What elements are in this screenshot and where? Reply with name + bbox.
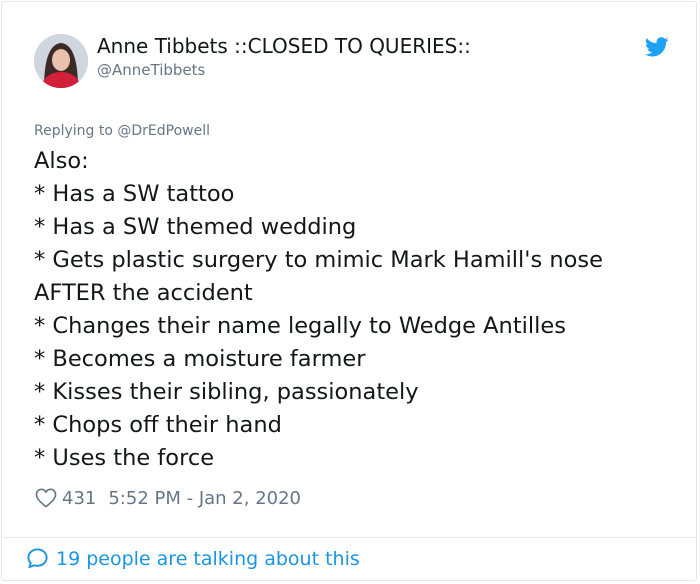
tweet-line: * Has a SW tattoo (34, 181, 235, 207)
tweet-card: Anne Tibbets ::CLOSED TO QUERIES:: @Anne… (1, 1, 697, 581)
tweet-meta: 431 5:52 PM - Jan 2, 2020 (35, 485, 301, 511)
tweet-line: * Becomes a moisture farmer (34, 346, 366, 372)
tweet-line: Also: (34, 148, 89, 174)
avatar[interactable] (34, 34, 88, 88)
tweet-line: * Chops off their hand (34, 412, 282, 438)
speech-bubble-icon (27, 548, 48, 569)
tweet-line: * Changes their name legally to Wedge An… (34, 313, 566, 339)
author-display-name[interactable]: Anne Tibbets ::CLOSED TO QUERIES:: (97, 34, 471, 58)
talking-about-text: 19 people are talking about this (56, 547, 360, 570)
author-handle[interactable]: @AnneTibbets (97, 61, 205, 79)
tweet-text: Also: * Has a SW tattoo * Has a SW theme… (34, 145, 674, 475)
avatar-image (34, 34, 88, 88)
tweet-line: * Uses the force (34, 445, 215, 471)
talking-about-link[interactable]: 19 people are talking about this (26, 547, 360, 570)
replying-to: Replying to @DrEdPowell (34, 123, 210, 139)
divider (3, 537, 695, 538)
like-count[interactable]: 431 (62, 488, 96, 509)
replying-to-prefix: Replying to (34, 123, 113, 139)
replying-to-mention[interactable]: @DrEdPowell (117, 123, 210, 139)
tweet-line: * Gets plastic surgery to mimic Mark Ham… (34, 247, 603, 273)
tweet-timestamp[interactable]: 5:52 PM - Jan 2, 2020 (108, 488, 301, 509)
tweet-line: AFTER the accident (34, 280, 253, 306)
tweet-line: * Has a SW themed wedding (34, 214, 357, 240)
tweet-line: * Kisses their sibling, passionately (34, 379, 419, 405)
heart-icon[interactable] (35, 488, 57, 508)
twitter-bird-icon[interactable] (644, 35, 670, 59)
